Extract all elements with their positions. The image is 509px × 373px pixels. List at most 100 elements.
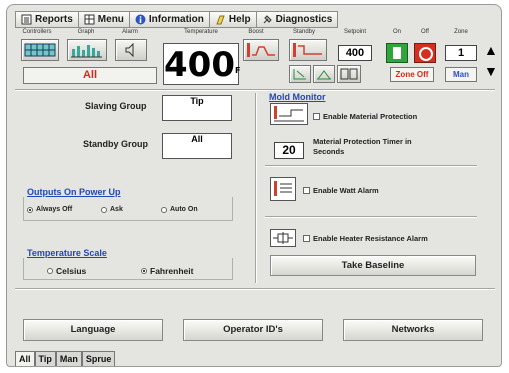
mold-divider-2 [265,216,477,218]
radio-unselected-icon [47,268,53,274]
enable-material-protection-checkbox[interactable]: Enable Material Protection [313,112,417,121]
zone-group-tabs: All Tip Man Sprue [15,351,116,366]
zone-number[interactable]: 1 [445,45,477,61]
mode-badge[interactable]: Man [445,67,477,82]
enable-heater-resistance-alarm-checkbox[interactable]: Enable Heater Resistance Alarm [303,234,428,243]
radio-ask[interactable]: Ask [101,206,123,213]
reports-menu-label: Reports [35,14,73,25]
speaker-icon [125,42,134,58]
alarm-button[interactable] [115,39,147,61]
on-button[interactable] [386,43,408,63]
standby-group-label: Standby Group [83,139,148,149]
diagnostics-menu-button[interactable]: Diagnostics [255,11,339,28]
radio-always-off[interactable]: Always Off [27,206,72,213]
slaving-group-label: Slaving Group [85,101,147,111]
tab-tip[interactable]: Tip [34,351,56,366]
checkbox-icon [313,113,320,120]
enable-material-protection-label: Enable Material Protection [323,112,418,121]
controllers-icon [24,43,56,57]
radio-celsius-label: Celsius [56,266,87,276]
checkbox-icon [303,187,310,194]
reports-icon [21,14,32,25]
ramp-down-icon [293,69,306,80]
zone-down-arrow-icon[interactable]: ▼ [484,63,498,79]
info-icon [135,14,146,25]
graph-button[interactable] [67,39,107,61]
radio-unselected-icon [161,206,167,213]
digits-button[interactable] [337,65,361,83]
controllers-button[interactable] [21,39,59,61]
material-protection-timer-label: Material Protection Timer in Seconds [313,137,412,157]
help-menu-button[interactable]: Help [208,11,256,28]
temperature-scale-title: Temperature Scale [27,248,107,258]
radio-auto-on[interactable]: Auto On [161,206,198,213]
bar-graph-icon [71,45,102,58]
mold-monitor-title: Mold Monitor [269,92,326,102]
temperature-unit: F [234,66,241,75]
main-menu-button[interactable]: Menu [77,11,129,28]
enable-heater-resistance-alarm-label: Enable Heater Resistance Alarm [313,234,428,243]
ramp-down-button[interactable] [289,65,311,83]
zone-caption: Zone [454,29,468,35]
material-protection-timer-field[interactable]: 20 [274,142,304,159]
tab-all[interactable]: All [15,351,35,366]
tab-sprue[interactable]: Sprue [81,351,116,366]
timer-label-line2: Seconds [313,147,345,156]
diagnostics-icon [262,14,273,25]
temperature-caption: Temperature [184,29,218,35]
information-menu-button[interactable]: Information [128,11,209,28]
standby-group-field[interactable]: All [162,133,232,159]
group-selection-display[interactable]: All [23,67,157,84]
material-protection-button[interactable] [270,103,308,125]
radio-always-off-label: Always Off [36,206,73,213]
tab-man[interactable]: Man [55,351,82,366]
radio-fahrenheit[interactable]: Fahrenheit [141,266,193,276]
off-button[interactable] [414,43,436,63]
checkbox-icon [303,235,310,242]
graph-caption: Graph [77,29,95,35]
menu-icon [84,14,95,25]
temperature-readout: 400F [163,43,241,85]
center-divider [255,93,257,283]
boost-button[interactable] [243,39,279,61]
radio-ask-label: Ask [110,206,123,213]
help-icon [215,14,226,25]
boost-icon [247,43,275,57]
radio-selected-icon [141,268,147,274]
main-menu-label: Menu [97,14,124,25]
diagnostics-menu-label: Diagnostics [275,14,333,25]
standby-icon [293,43,322,57]
watt-alarm-button[interactable] [270,177,296,201]
menu-bar: Reports Menu Information Help Diagnostic… [15,11,339,28]
radio-unselected-icon [101,206,107,213]
alarm-caption: Alarm [122,29,138,35]
timer-label-line1: Material Protection Timer in [313,137,412,146]
zone-status-badge: Zone Off [390,67,434,82]
boost-caption: Boost [248,29,264,35]
take-baseline-button[interactable]: Take Baseline [270,255,476,276]
slaving-group-field[interactable]: Tip [162,95,232,121]
resistor-icon [273,232,293,244]
ramp-up-button[interactable] [313,65,335,83]
off-caption: Off [421,29,429,35]
radio-fahrenheit-label: Fahrenheit [150,266,194,276]
setpoint-value[interactable]: 400 [338,45,372,61]
standby-caption: Standby [292,29,316,35]
digital-display-icon [340,68,358,80]
material-protection-icon [274,106,304,122]
on-caption: On [392,29,401,35]
standby-button[interactable] [289,39,327,61]
radio-selected-icon [27,206,33,213]
reports-menu-button[interactable]: Reports [15,11,78,28]
radio-celsius[interactable]: Celsius [47,266,86,276]
ramp-up-icon [317,70,331,80]
operator-ids-button[interactable]: Operator ID's [183,319,323,341]
language-button[interactable]: Language [23,319,163,341]
information-menu-label: Information [148,14,204,25]
networks-button[interactable]: Networks [343,319,483,341]
zone-up-arrow-icon[interactable]: ▲ [484,42,498,58]
heater-resistance-button[interactable] [270,229,296,247]
enable-watt-alarm-checkbox[interactable]: Enable Watt Alarm [303,186,379,195]
status-strip [7,366,502,367]
radio-auto-on-label: Auto On [170,206,198,213]
